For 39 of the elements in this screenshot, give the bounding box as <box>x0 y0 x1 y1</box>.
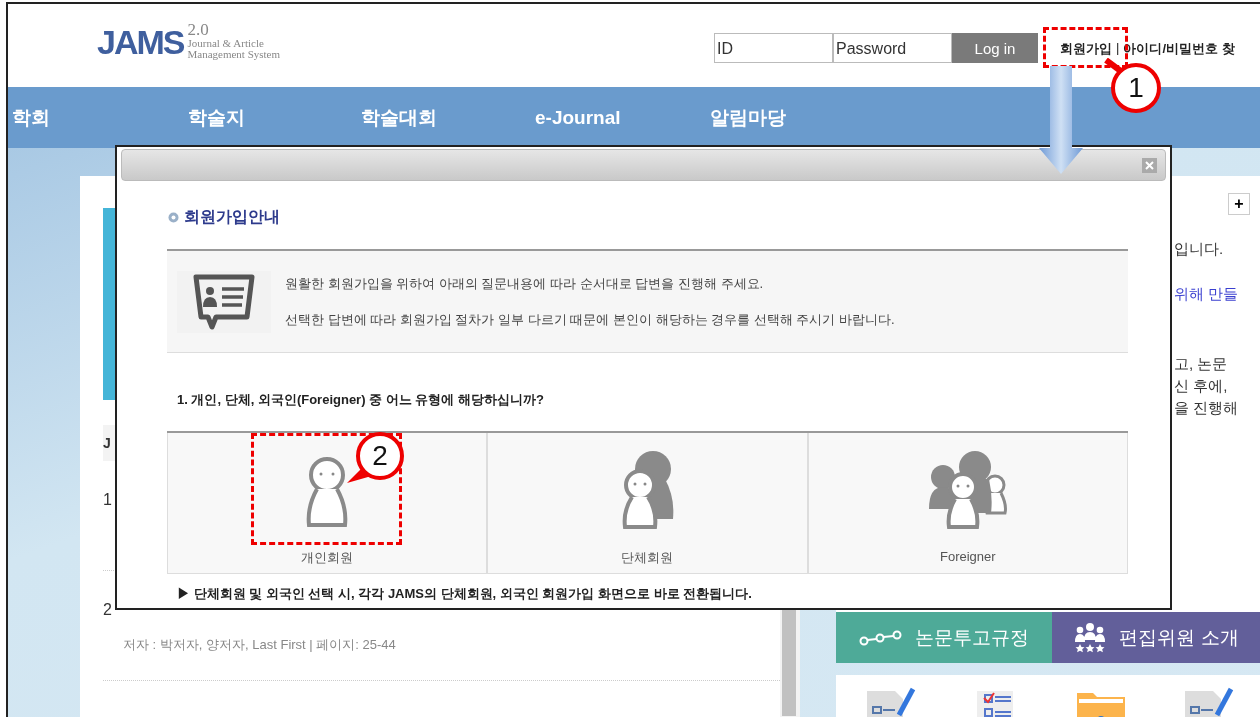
nav-item[interactable]: 학술대회 <box>361 104 535 131</box>
side-text: 입니다. <box>1174 239 1225 259</box>
side-link[interactable]: 위해 만들 <box>1174 283 1260 305</box>
item-meta: 저자 : 박저자, 양저자, Last First | 페이지: 25-44 <box>122 636 397 654</box>
member-type-option[interactable]: Foreigner <box>807 433 1128 574</box>
intro-text: 선택한 답변에 따라 회원가입 절차가 일부 다르기 때문에 본인이 해당하는 경우를 선택해 주시기 바랍니다. <box>285 310 895 329</box>
nav-item[interactable]: 학술지 <box>188 104 361 131</box>
expand-button[interactable]: + <box>1228 193 1250 215</box>
side-text: 을 진행해 <box>1174 398 1240 418</box>
close-button[interactable] <box>1142 158 1157 173</box>
logo-tagline: Management System <box>187 49 281 60</box>
list-heading: J <box>103 435 111 451</box>
intro-text: 원활한 회원가입을 위하여 아래의 질문내용에 따라 순서대로 답변을 진행해 주세요. <box>285 274 765 293</box>
dialog-heading: 회원가입안내 <box>184 207 280 227</box>
nav-item[interactable]: 학회 <box>12 104 188 131</box>
login-button[interactable]: Log in <box>952 33 1038 63</box>
step-callout: 1 <box>1104 58 1162 114</box>
side-tab[interactable]: 편집위원 소개 <box>1052 612 1260 663</box>
note-text: ▶ 단체회원 및 외국인 선택 시, 각각 JAMS의 단체회원, 외국인 회원가입 화면으로 바로 전환됩니다. <box>176 585 753 603</box>
logo-version: 2.0 <box>187 22 210 38</box>
logo-tagline: Journal & Article <box>187 38 265 49</box>
password-field[interactable]: Password <box>833 33 952 63</box>
nav-item[interactable]: e-Journal <box>535 106 710 129</box>
steps-icon <box>859 629 903 646</box>
item-number: 2 <box>103 601 113 619</box>
question-text: 1. 개인, 단체, 외국인(Foreigner) 중 어느 유형에 해당하십니까? <box>176 391 545 409</box>
bullet-icon <box>167 211 180 224</box>
side-text: 신 후에, <box>1174 376 1229 396</box>
find-account-link[interactable]: 아이디/비밀번호 찾 <box>1123 40 1235 58</box>
id-card-speech-icon <box>192 272 256 331</box>
item-number: 1 <box>103 491 113 509</box>
signup-link[interactable]: 회원가입 <box>1060 40 1112 58</box>
link-separator: | <box>1116 40 1120 57</box>
team-icon <box>1073 622 1108 653</box>
logo-wordmark: JAMS <box>97 22 184 62</box>
member-type-option[interactable]: 단체회원 <box>487 433 808 574</box>
step-callout: 2 <box>345 431 405 485</box>
id-field[interactable]: ID <box>714 33 833 63</box>
side-text: 고, 논문 <box>1174 354 1229 374</box>
